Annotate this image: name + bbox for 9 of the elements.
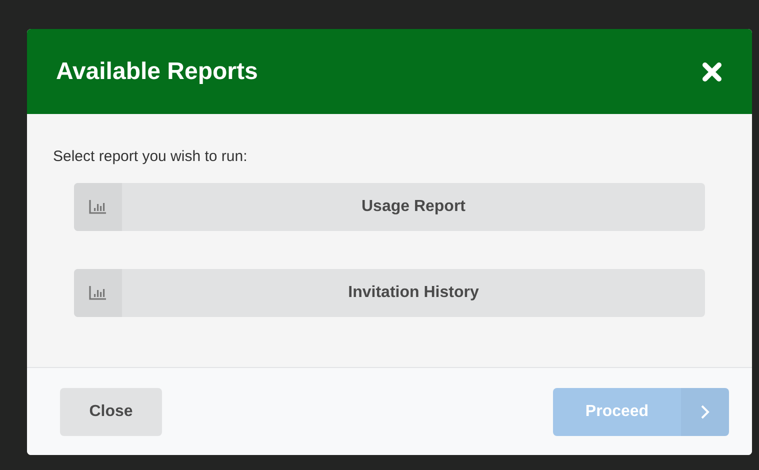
dialog-title: Available Reports xyxy=(56,58,258,86)
bar-chart-icon xyxy=(89,286,107,300)
chevron-right-icon xyxy=(700,404,710,420)
report-button[interactable]: Usage Report xyxy=(74,183,705,231)
close-button[interactable]: Close xyxy=(60,388,162,436)
report-button[interactable]: Invitation History xyxy=(74,269,705,317)
prompt-text: Select report you wish to run: xyxy=(53,148,248,165)
close-icon[interactable] xyxy=(702,62,722,82)
bar-chart-icon xyxy=(89,200,107,214)
